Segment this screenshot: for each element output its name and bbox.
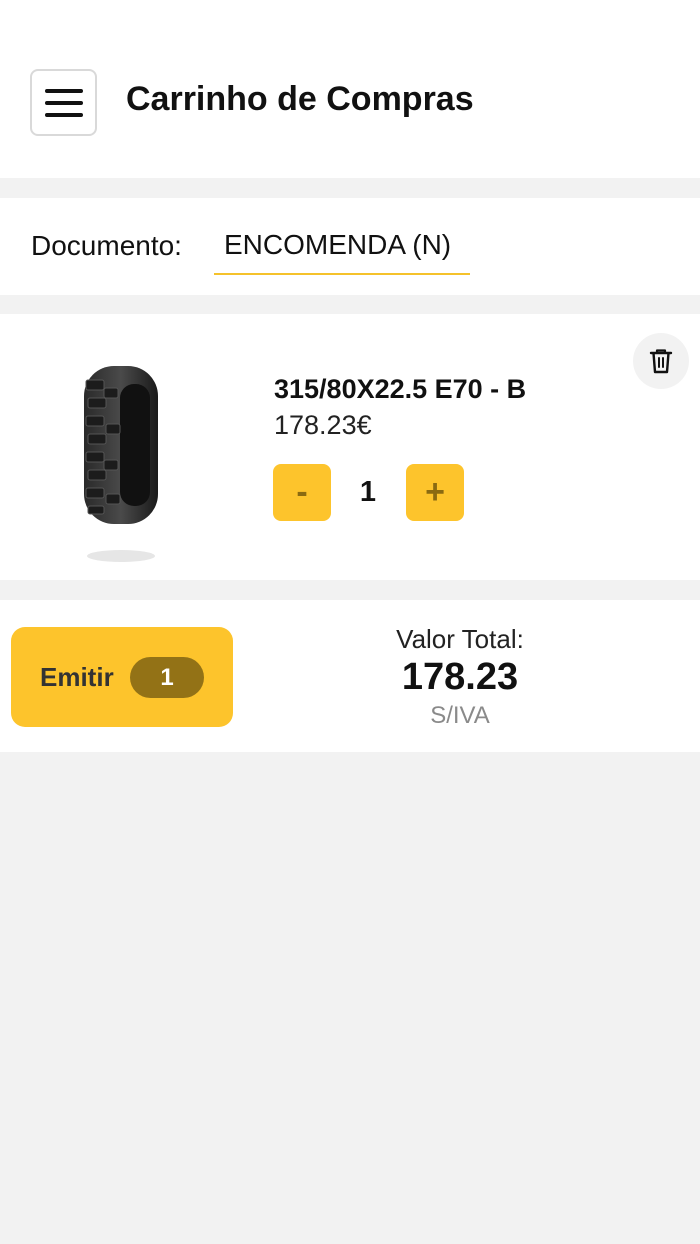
decrease-quantity-button[interactable]: - [273,464,331,521]
document-type-select[interactable]: ENCOMENDA (N) [214,225,470,275]
product-price: 178.23€ [274,410,372,440]
menu-button[interactable] [30,69,97,136]
tire-image [84,366,158,562]
remove-item-button[interactable] [633,333,689,389]
total-label: Valor Total: [396,624,524,654]
quantity-value: 1 [359,476,377,508]
app-header: Carrinho de Compras [0,0,700,178]
emit-button-label[interactable]: Emitir [40,662,114,693]
increase-quantity-button[interactable]: + [406,464,464,521]
document-label: Documento: [31,230,182,261]
product-name: 315/80X22.5 E70 - B [274,374,527,404]
page-title: Carrinho de Compras [126,80,474,118]
tax-note: S/IVA [430,702,490,729]
emit-count-badge[interactable]: 1 [130,657,204,698]
trash-icon [649,349,673,374]
total-value: 178.23 [401,656,519,698]
hamburger-menu-icon [44,88,83,93]
